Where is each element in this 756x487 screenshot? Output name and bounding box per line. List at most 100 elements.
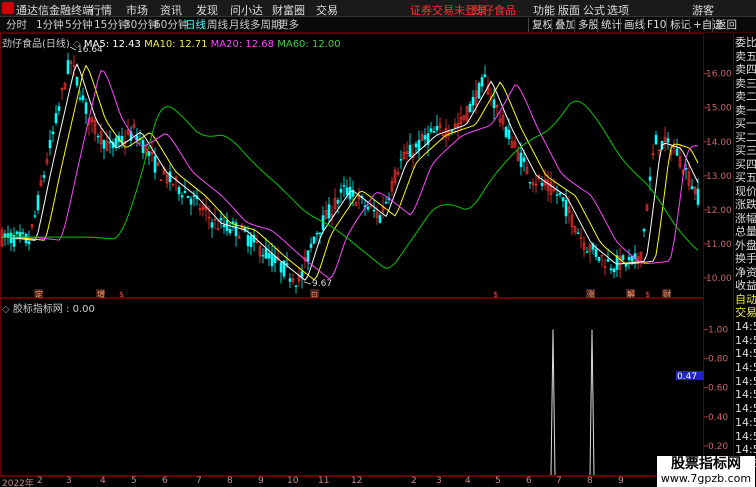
sidebar-label: 卖五 — [735, 49, 756, 63]
candle-body — [315, 232, 319, 235]
candle-body — [57, 106, 61, 111]
price-tick-label: 12.00 — [706, 206, 732, 216]
date-tick-label: 5 — [131, 476, 137, 486]
candle-body — [597, 256, 601, 261]
candle-body — [267, 253, 271, 259]
date-tick-label: 9 — [618, 476, 624, 486]
menu-news[interactable]: 资讯 — [160, 2, 182, 18]
ma10-label: MA10: 12.71 — [144, 39, 208, 50]
menu-formula[interactable]: 公式 — [583, 2, 605, 18]
indicator-tick-label: 0.40 — [708, 413, 728, 423]
menu-quotes[interactable]: 行情 — [90, 2, 112, 18]
candle-body — [432, 131, 436, 133]
candle-body — [246, 235, 250, 247]
candle-body — [492, 99, 496, 109]
candle-body — [66, 59, 70, 74]
candle-body — [186, 195, 190, 199]
candle-body — [183, 191, 187, 193]
candle-body — [180, 195, 184, 198]
date-tick-label: 12 — [351, 476, 363, 486]
sidebar-tick-time: 14:56 — [735, 415, 756, 429]
menu-function[interactable]: 功能 — [533, 2, 555, 18]
date-tick-label: 3 — [436, 476, 442, 486]
low-price-label: 9.67 — [312, 279, 332, 289]
candle-body — [81, 95, 85, 101]
menu-xiaoda[interactable]: 问小达 — [230, 2, 263, 18]
candle-body — [372, 209, 376, 212]
candle-body — [675, 148, 679, 156]
menu-wealth[interactable]: 财富圈 — [272, 2, 305, 18]
candle-body — [435, 126, 439, 131]
date-tick-label: 3 — [66, 476, 72, 486]
candle-body — [285, 263, 289, 266]
tab-5min[interactable]: 5分钟 — [63, 18, 95, 32]
candle-body — [147, 151, 151, 156]
guest-label[interactable]: 游客 — [692, 2, 714, 18]
candle-body — [141, 140, 145, 153]
candle-body — [48, 139, 52, 149]
kline-candles — [0, 52, 700, 294]
menu-layout[interactable]: 版面 — [558, 2, 580, 18]
date-tick-label: 2 — [37, 476, 43, 486]
sidebar-label: 委比 — [735, 36, 756, 49]
date-tick-label: 9 — [258, 476, 264, 486]
sidebar-label: 买三 — [735, 144, 756, 157]
menu-options[interactable]: 选项 — [607, 2, 629, 18]
candle-body — [108, 141, 112, 144]
menu-trade[interactable]: 交易 — [316, 2, 338, 18]
sidebar-label: 总量 — [735, 225, 756, 238]
candle-body — [378, 215, 382, 223]
candle-body — [468, 103, 472, 113]
sidebar-label: 买二 — [735, 130, 756, 144]
sidebar-label: 买一 — [735, 117, 756, 130]
candle-body — [270, 253, 274, 267]
candle-body — [627, 256, 631, 261]
sidebar-auto-trade: 自动 — [735, 292, 756, 306]
candle-body — [192, 195, 196, 197]
sidebar-label: 净资 — [735, 265, 756, 279]
tab-intraday[interactable]: 分时 — [4, 18, 29, 32]
candle-body — [555, 194, 559, 196]
indicator-current-value: 0.47 — [677, 372, 697, 382]
candle-body — [621, 255, 625, 260]
tab-more[interactable]: 更多 — [276, 18, 301, 32]
sidebar-label: 买四 — [735, 157, 756, 171]
price-tick-label: 10.00 — [706, 274, 732, 284]
sidebar-tick-time: 14:56 — [735, 443, 756, 457]
sidebar-auto-trade: 交易 — [735, 306, 756, 320]
menu-market[interactable]: 市场 — [126, 2, 148, 18]
candle-body — [417, 139, 421, 151]
sidebar-tick-time: 14:56 — [735, 319, 756, 333]
candle-body — [279, 262, 283, 273]
candle-body — [339, 188, 343, 193]
sidebar-label: 外盘 — [735, 238, 756, 252]
candle-body — [507, 129, 511, 139]
candle-body — [114, 137, 118, 147]
sidebar-label: 涨跌 — [735, 198, 756, 211]
ma-legend: 劲仔食品(日线) ◇ MA5: 12.43 MA10: 12.71 MA20: … — [2, 35, 341, 50]
candle-body — [222, 225, 226, 228]
indicator-collapse-icon[interactable]: ◇ — [2, 304, 10, 315]
candle-body — [690, 186, 694, 190]
ma60-label: MA60: 12.00 — [277, 39, 341, 50]
chart-canvas[interactable]: 16.00 15.00 14.00 13.00 12.00 11.00 10.00 1.00… — [0, 33, 733, 476]
candle-body — [519, 152, 523, 168]
candle-body — [654, 134, 658, 145]
date-tick-label: 2022年 — [2, 479, 34, 487]
indicator-tick-label: 1.00 — [708, 326, 728, 336]
candle-body — [318, 232, 322, 235]
candle-body — [75, 76, 79, 86]
candle-body — [84, 102, 88, 114]
menu-discover[interactable]: 发现 — [196, 2, 218, 18]
sidebar-tick-time: 14:56 — [735, 388, 756, 402]
candle-body — [471, 96, 475, 106]
sidebar-tick-time: 14:56 — [735, 361, 756, 374]
candle-body — [684, 168, 688, 170]
candle-body — [399, 159, 403, 161]
date-tick-label: 8 — [227, 476, 233, 486]
candle-body — [504, 127, 508, 138]
app-name: 通达信金融终端 — [16, 4, 93, 17]
tab-1min[interactable]: 1分钟 — [34, 18, 66, 32]
collapse-icon[interactable]: ◇ — [73, 39, 81, 50]
back-button[interactable]: 返回 — [712, 18, 740, 32]
